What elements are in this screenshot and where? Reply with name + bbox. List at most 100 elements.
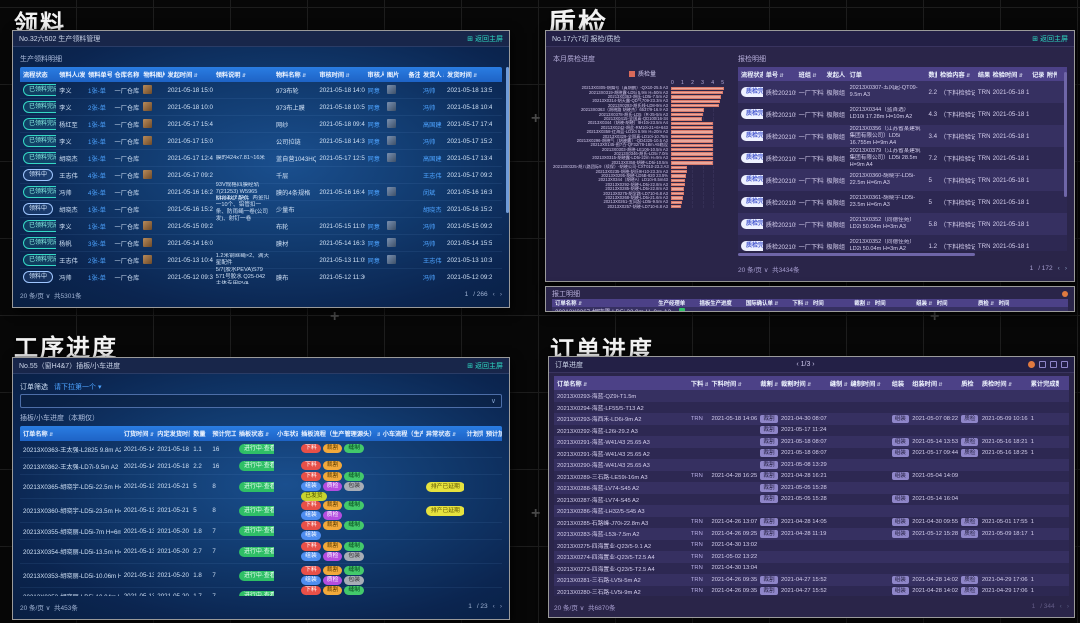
audit-link[interactable]: 同意	[365, 154, 384, 163]
flow-step-badge[interactable]: 裁割	[323, 586, 343, 595]
column-header[interactable]: 缝制时间 ⇵	[848, 379, 889, 388]
flow-step-badge[interactable]: 下料	[301, 566, 321, 575]
sort-icon[interactable]: ⇵	[845, 73, 846, 79]
flow-step-badge[interactable]: 裁割	[323, 542, 343, 551]
column-header[interactable]: 时间	[996, 299, 1037, 307]
sort-icon[interactable]: ⇵	[865, 301, 871, 307]
shipper-link[interactable]: 胡晓杰	[420, 205, 444, 214]
column-header[interactable]: 插板生产进度	[696, 299, 742, 307]
flow-step-badge[interactable]: 质检	[323, 552, 343, 561]
slip-link[interactable]: 2张-单	[85, 103, 112, 112]
flow-step-badge[interactable]: 裁割	[323, 521, 343, 530]
flow-step-badge[interactable]: 缝制	[344, 472, 364, 481]
flow-step-badge[interactable]: 下料	[301, 586, 321, 595]
column-header[interactable]: 订单名称 ⇵	[20, 429, 121, 438]
column-header[interactable]: 仓库名称 ⇵	[112, 70, 141, 79]
column-header[interactable]: 领料人/发起人 ⇵	[56, 70, 85, 79]
panel-status-badge[interactable]: 进行中·查看	[239, 547, 274, 557]
flow-step-badge[interactable]: 质检	[323, 482, 343, 491]
panel-status-badge[interactable]: 进行中·查看	[239, 526, 274, 536]
sort-icon[interactable]: ⇵	[703, 382, 708, 388]
audit-link[interactable]: 同意	[365, 120, 384, 129]
column-header[interactable]: 缝制 ⇵	[827, 379, 848, 388]
horizontal-scrollbar[interactable]	[738, 253, 975, 256]
sort-icon[interactable]: ⇵	[139, 73, 140, 79]
shipper-link[interactable]: 冯帅	[420, 239, 444, 248]
flow-step-badge[interactable]: 组装	[301, 552, 321, 561]
column-header[interactable]: 订单名称 ⇵	[554, 379, 688, 388]
audit-link[interactable]: 同意	[365, 86, 384, 95]
sort-icon[interactable]: ⇵	[344, 73, 350, 79]
sort-icon[interactable]: ⇵	[806, 382, 812, 388]
vertical-scrollbar[interactable]	[506, 67, 509, 213]
slip-link[interactable]: 1张-单	[85, 137, 112, 146]
sort-icon[interactable]: ⇵	[192, 73, 198, 79]
next-page-button[interactable]: ›	[500, 291, 502, 298]
column-header[interactable]: 生产经理单	[655, 299, 696, 307]
column-header[interactable]: 组装	[889, 379, 910, 388]
sort-icon[interactable]: ⇵	[875, 382, 881, 388]
column-header[interactable]: 累计完成数量 ⇵	[1028, 379, 1059, 388]
flow-step-badge[interactable]: 组装	[301, 576, 321, 585]
sort-icon[interactable]: ⇵	[301, 73, 307, 79]
flow-step-badge[interactable]: 质检	[323, 576, 343, 585]
record-icon[interactable]	[1028, 361, 1035, 368]
flow-step-badge[interactable]: 组装	[301, 531, 321, 540]
column-header[interactable]: 发货时间 ⇵	[444, 70, 492, 79]
current-page[interactable]: 1	[465, 291, 469, 298]
column-header[interactable]: 单号 ⇵	[763, 70, 796, 79]
current-page[interactable]: 1	[1032, 603, 1036, 610]
column-header[interactable]: 小车流程（生产管理源头）	[380, 429, 423, 438]
column-header[interactable]: 流程状态	[738, 70, 763, 79]
column-header[interactable]: 附件	[1044, 70, 1057, 79]
audit-link[interactable]: 同意	[365, 103, 384, 112]
column-header[interactable]: 插板状态 ⇵	[236, 429, 274, 438]
column-header[interactable]: 物料名称 ⇵	[273, 70, 316, 79]
back-to-main-button[interactable]: ⊞ 返回主屏	[1032, 34, 1068, 44]
slip-link[interactable]: 2张-单	[85, 256, 112, 265]
flow-step-badge[interactable]: 缝制	[344, 566, 364, 575]
material-thumb[interactable]	[143, 255, 152, 264]
menu-icon[interactable]	[1061, 361, 1068, 368]
material-thumb[interactable]	[143, 238, 152, 247]
audit-link[interactable]: 同意	[365, 256, 384, 265]
shipper-link[interactable]: 冯帅	[420, 137, 444, 146]
column-header[interactable]: 物料图片	[140, 70, 164, 79]
next-page-button[interactable]: ›	[1067, 603, 1069, 610]
slip-link[interactable]: 1张-单	[85, 86, 112, 95]
next-page-button[interactable]: ›	[500, 603, 502, 610]
column-header[interactable]: 数量	[190, 429, 209, 438]
column-header[interactable]: 时间	[934, 299, 975, 307]
column-header[interactable]: 下料 ⇵	[688, 379, 709, 388]
audit-link[interactable]: 同意	[365, 188, 384, 197]
column-header[interactable]: 插板流程（生产管理源头） ⇵	[298, 429, 380, 438]
material-thumb[interactable]	[143, 119, 152, 128]
column-header[interactable]: 订单名称 ⇵	[552, 299, 655, 307]
sort-icon[interactable]: ⇵	[375, 432, 379, 438]
column-header[interactable]: 审核人 ⇵	[365, 70, 384, 79]
flow-step-badge[interactable]: 裁割	[323, 566, 343, 575]
column-header[interactable]: 订货时间 ⇵	[121, 429, 155, 438]
sort-icon[interactable]: ⇵	[842, 382, 847, 388]
sort-icon[interactable]: ⇵	[451, 432, 457, 438]
sort-icon[interactable]: ⇵	[803, 301, 809, 307]
flow-step-badge[interactable]: 下料	[301, 472, 321, 481]
sort-icon[interactable]: ⇵	[773, 382, 778, 388]
prev-page-button[interactable]: ‹	[493, 291, 495, 298]
slip-link[interactable]: 1张-单	[85, 205, 112, 214]
prev-page-button[interactable]: ‹	[1060, 603, 1062, 610]
slip-link[interactable]: 1张-单	[85, 222, 112, 231]
sort-icon[interactable]: ⇵	[965, 73, 971, 79]
panel-status-badge[interactable]: 进行中·查看	[239, 482, 274, 492]
shipper-link[interactable]: 冯帅	[420, 103, 444, 112]
column-header[interactable]: 裁割时间 ⇵	[778, 379, 827, 388]
prev-page-button[interactable]: ‹	[493, 603, 495, 610]
column-header[interactable]: 裁割 ⇵	[757, 379, 778, 388]
page-size-select[interactable]: 20 条/页	[554, 605, 578, 612]
sort-icon[interactable]: ⇵	[773, 301, 779, 307]
sort-icon[interactable]: ⇵	[442, 73, 445, 79]
page-size-select[interactable]: 20 条/页	[738, 267, 762, 274]
column-header[interactable]: 备注	[406, 70, 420, 79]
flow-step-badge[interactable]: 裁割	[323, 444, 343, 453]
material-thumb[interactable]	[143, 170, 152, 179]
